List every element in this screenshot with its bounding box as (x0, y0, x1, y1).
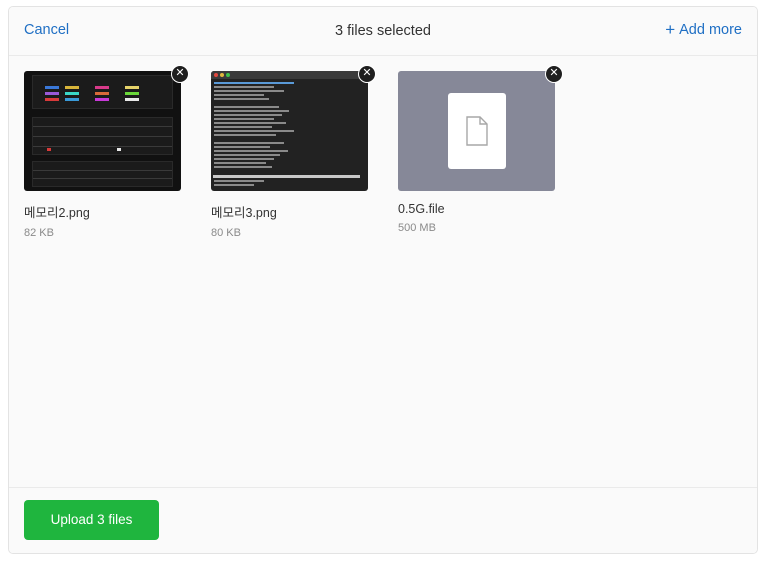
add-more-label: Add more (679, 22, 742, 38)
dialog-header: Cancel 3 files selected + Add more (9, 7, 757, 56)
terminal-titlebar (211, 71, 368, 79)
cancel-button[interactable]: Cancel (24, 22, 69, 38)
remove-file-button[interactable]: ✕ (545, 65, 563, 83)
file-thumbnail[interactable] (24, 71, 181, 191)
file-name: 메모리3.png (211, 206, 277, 220)
chart-panel (32, 75, 173, 109)
plus-icon: + (665, 20, 676, 39)
chart-panel (32, 161, 173, 187)
generic-file-icon (447, 93, 506, 169)
file-size: 80 KB (211, 227, 241, 239)
file-size: 500 MB (398, 222, 436, 234)
file-size: 82 KB (24, 227, 54, 239)
file-name: 메모리2.png (24, 206, 90, 220)
add-more-button[interactable]: + Add more (665, 20, 742, 39)
file-item: ✕ 0.5G.file 500 MB (398, 65, 563, 234)
upload-button[interactable]: Upload 3 files (24, 500, 159, 540)
file-item: ✕ 메모리3.png 80 KB (211, 65, 376, 239)
chart-panel (32, 117, 173, 155)
file-thumbnail[interactable] (211, 71, 368, 191)
file-thumbnail[interactable] (398, 71, 555, 191)
file-list: ✕ 메모리2.png 82 KB ✕ 메모리3.png 80 KB ✕ 0.5G… (9, 57, 757, 487)
dialog-footer: Upload 3 files (9, 487, 757, 553)
selection-title: 3 files selected (335, 23, 431, 39)
file-name: 0.5G.file (398, 202, 445, 216)
file-item: ✕ 메모리2.png 82 KB (24, 65, 189, 239)
remove-file-button[interactable]: ✕ (358, 65, 376, 83)
remove-file-button[interactable]: ✕ (171, 65, 189, 83)
upload-dialog: Cancel 3 files selected + Add more ✕ 메모리… (8, 6, 758, 554)
